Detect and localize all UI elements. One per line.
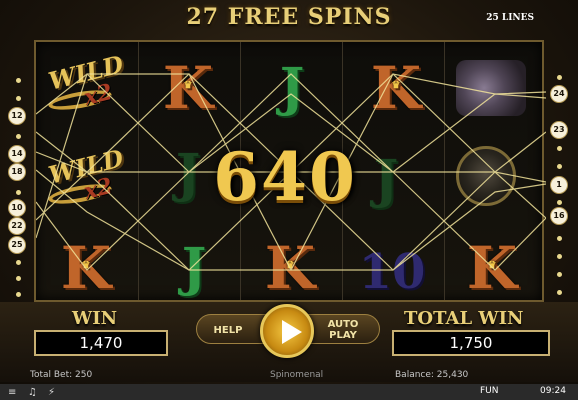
line-dot [557, 236, 562, 241]
turbo-icon[interactable]: ⚡ [48, 387, 55, 398]
lines-count-label: 25 LINES [486, 13, 534, 23]
line-dot [557, 254, 562, 259]
mode-label: FUN [480, 386, 499, 396]
line-dot [16, 134, 21, 139]
clock: 09:24 [540, 386, 566, 396]
status-line: Total Bet: 250 Spinomenal Balance: 25,43… [0, 368, 578, 382]
win-value: 1,470 [34, 330, 168, 356]
payline-badge-right[interactable]: 23 [550, 121, 568, 139]
play-icon [282, 320, 302, 344]
payline-badge-left[interactable]: 14 [8, 145, 26, 163]
provider-logo: Spinomenal [270, 370, 324, 380]
line-dot [16, 260, 21, 265]
payline-badge-left[interactable]: 18 [8, 163, 26, 181]
auto-play-button[interactable]: AUTO PLAY [318, 319, 368, 341]
balance: Balance: 25,430 [395, 370, 469, 380]
line-dot [16, 78, 21, 83]
game-stage: 27 FREE SPINS 25 LINES 12 14 18 10 22 25… [0, 0, 578, 400]
payline-badge-right[interactable]: 24 [550, 85, 568, 103]
auto-play-label-2: PLAY [329, 330, 357, 341]
line-dot [16, 190, 21, 195]
line-dot [16, 276, 21, 281]
payline-badge-left[interactable]: 22 [8, 217, 26, 235]
line-dot [557, 272, 562, 277]
free-spins-title: 27 FREE SPINS [186, 4, 392, 30]
line-dot [557, 164, 562, 169]
total-win-value: 1,750 [392, 330, 550, 356]
line-dot [557, 200, 562, 205]
spin-controls: HELP AUTO PLAY [196, 302, 380, 358]
system-bar: ≡ ♫ ⚡ FUN 09:24 [0, 384, 578, 400]
help-button[interactable]: HELP [206, 325, 250, 336]
sound-icon[interactable]: ♫ [28, 387, 37, 398]
payline-badge-left[interactable]: 12 [8, 107, 26, 125]
line-dot [16, 292, 21, 297]
payline-badge-left[interactable]: 10 [8, 199, 26, 217]
line-dot [557, 290, 562, 295]
menu-icon[interactable]: ≡ [8, 387, 16, 398]
total-bet: Total Bet: 250 [30, 370, 93, 380]
payline-badge-left[interactable]: 25 [8, 236, 26, 254]
spin-button[interactable] [260, 304, 314, 358]
payline-badge-right[interactable]: 1 [550, 176, 568, 194]
line-dot [557, 146, 562, 151]
line-dot [557, 75, 562, 80]
auto-play-label-1: AUTO [327, 319, 359, 330]
win-label: WIN [72, 308, 118, 329]
line-dot [16, 96, 21, 101]
total-win-label: TOTAL WIN [404, 308, 524, 329]
payline-badge-right[interactable]: 16 [550, 207, 568, 225]
win-amount-display: 640 [213, 138, 357, 216]
